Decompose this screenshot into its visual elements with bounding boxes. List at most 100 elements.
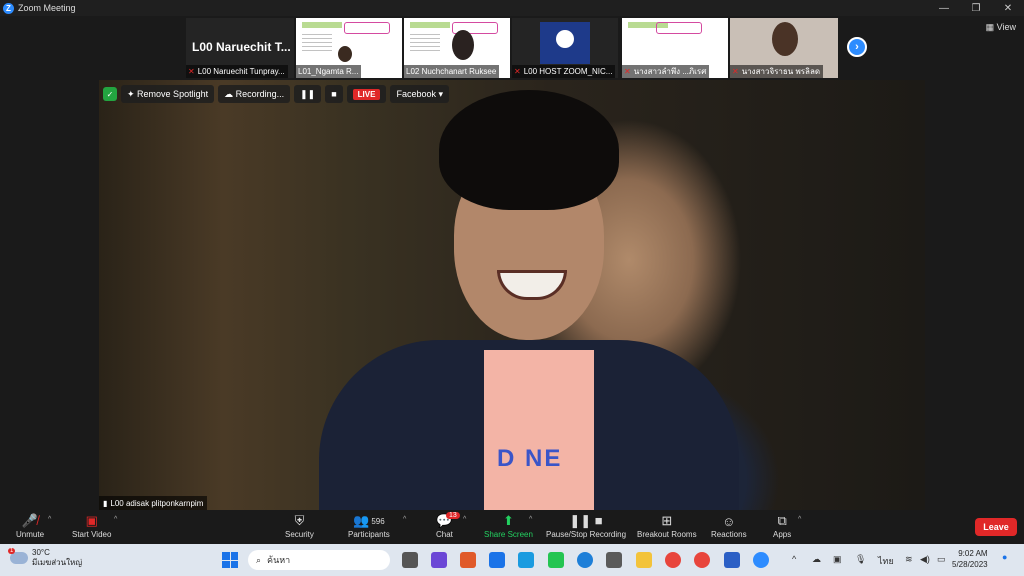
participants-icon: 👥 596 <box>353 513 385 528</box>
speaker-shirt <box>484 350 594 510</box>
participants-options-caret[interactable]: ^ <box>403 516 406 523</box>
remove-spotlight-button[interactable]: ✦ Remove Spotlight <box>121 85 215 103</box>
weather-temp: 30°C <box>32 548 50 557</box>
speaker-name-label: ▮ L00 adisak plitponkarnpim <box>99 496 208 510</box>
reactions-icon: ☺ <box>722 513 736 529</box>
video-off-icon: ▣ <box>85 513 98 528</box>
breakout-rooms-icon: ⊞ <box>661 513 673 528</box>
video-overlay-controls: ✓ ✦ Remove Spotlight ☁ Recording... ❚❚ ■… <box>103 85 450 103</box>
pause-recording-button[interactable]: ❚❚ <box>294 85 322 103</box>
weather-desc: มีเมฆส่วนใหญ่ <box>32 558 83 567</box>
app-icon[interactable] <box>518 552 534 568</box>
chat-badge: 13 <box>446 512 460 519</box>
chat-options-caret[interactable]: ^ <box>463 516 466 523</box>
meeting-toolbar: 🎤̸ Unmute ^ ▣ Start Video ^ ⛨ Security 👥… <box>0 510 1024 544</box>
participant-label: ✕ นางสาวลำพึง ...ภิเรศ <box>622 65 710 78</box>
participant-label: ✕ L00 Naruechit Tunpray... <box>186 65 288 78</box>
participant-label: ✕ L00 HOST ZOOM_NIC... <box>512 65 616 78</box>
participant-tile[interactable]: L02 Nuchchanart Ruksee <box>404 18 510 78</box>
participant-label: L01_Ngamta R... <box>296 65 362 78</box>
title-bar: Z Zoom Meeting — ❐ ✕ <box>0 0 1024 16</box>
apps-options-caret[interactable]: ^ <box>798 516 801 523</box>
reactions-button[interactable]: ☺ Reactions <box>711 512 747 540</box>
mic-muted-icon: 🎤̸ <box>21 513 39 528</box>
facebook-live-dropdown[interactable]: Facebook ▾ <box>390 85 450 103</box>
language-indicator[interactable]: ไทย <box>878 554 894 568</box>
mic-muted-icon: ✕ <box>624 67 631 76</box>
onedrive-icon[interactable]: ☁ <box>812 554 821 565</box>
chrome-icon[interactable] <box>694 552 710 568</box>
line-icon[interactable] <box>548 552 564 568</box>
participant-tile[interactable]: ✕ L00 HOST ZOOM_NIC... <box>512 18 618 78</box>
security-button[interactable]: ⛨ Security <box>285 512 314 539</box>
security-shield-icon: ✓ <box>103 87 117 101</box>
start-video-button[interactable]: ▣ Start Video <box>72 512 111 539</box>
leave-button[interactable]: Leave <box>975 518 1017 536</box>
participant-tile[interactable]: ✕ นางสาวลำพึง ...ภิเรศ <box>622 18 728 78</box>
stop-recording-button[interactable]: ■ <box>325 85 343 103</box>
apps-button[interactable]: ⧉ Apps <box>773 512 791 539</box>
next-page-icon[interactable]: › <box>847 37 867 57</box>
close-button[interactable]: ✕ <box>992 0 1024 16</box>
volume-icon[interactable]: ◀) <box>920 554 930 565</box>
speaker-video: D NE <box>99 80 925 510</box>
recording-status[interactable]: ☁ Recording... <box>218 85 291 103</box>
share-screen-icon: ⬆ <box>503 513 514 528</box>
restore-button[interactable]: ❐ <box>960 0 992 16</box>
tray-overflow-icon[interactable]: ^ <box>792 554 796 564</box>
notification-icon[interactable]: ● <box>1002 552 1007 562</box>
participant-label: L02 Nuchchanart Ruksee <box>404 65 500 78</box>
participant-label: ✕ นางสาวจิราธน พรลิลด <box>730 65 824 78</box>
window-title: Zoom Meeting <box>18 3 76 13</box>
signal-icon: ▮ <box>103 498 108 508</box>
share-screen-button[interactable]: ⬆ Share Screen <box>484 512 533 539</box>
chrome-icon[interactable] <box>665 552 681 568</box>
shirt-print: D NE <box>497 445 563 472</box>
live-status: LIVE <box>346 85 387 103</box>
breakout-rooms-button[interactable]: ⊞ Breakout Rooms <box>637 512 697 539</box>
pause-stop-icon: ❚❚ ■ <box>569 513 603 528</box>
zoom-icon[interactable] <box>753 552 769 568</box>
speaker-hair <box>439 90 619 210</box>
zoom-logo-icon: Z <box>3 2 14 14</box>
participant-strip: L00 Naruechit T... ✕ L00 Naruechit Tunpra… <box>0 16 1024 80</box>
start-button[interactable] <box>222 552 238 568</box>
cloud-icon: 1 <box>8 548 28 564</box>
mic-muted-icon: ✕ <box>514 67 521 76</box>
participant-name-large: L00 Naruechit T... <box>192 40 291 54</box>
app-icon[interactable] <box>460 552 476 568</box>
minimize-button[interactable]: — <box>928 0 960 16</box>
university-logo <box>540 22 590 64</box>
apps-icon: ⧉ <box>777 513 787 528</box>
store-icon[interactable] <box>606 552 622 568</box>
search-icon: ⌕ <box>256 554 262 565</box>
mail-icon[interactable] <box>489 552 505 568</box>
word-icon[interactable] <box>724 552 740 568</box>
unmute-button[interactable]: 🎤̸ Unmute <box>16 512 44 539</box>
file-explorer-icon[interactable] <box>636 552 652 568</box>
share-options-caret[interactable]: ^ <box>529 516 532 523</box>
view-button[interactable]: ▦ View <box>986 22 1016 33</box>
participant-tile[interactable]: L00 Naruechit T... ✕ L00 Naruechit Tunpra… <box>186 18 294 78</box>
microphone-icon[interactable]: 🎙 <box>855 554 866 565</box>
tray-app-icon[interactable]: ▣ <box>833 554 842 565</box>
clock[interactable]: 9:02 AM 5/28/2023 <box>952 548 988 570</box>
wifi-icon[interactable]: ≋ <box>905 554 913 565</box>
mic-muted-icon: ✕ <box>188 67 195 76</box>
chat-button[interactable]: 💬 Chat 13 <box>436 512 460 539</box>
teams-icon[interactable] <box>431 552 447 568</box>
audio-options-caret[interactable]: ^ <box>48 516 51 523</box>
battery-icon[interactable]: ▭ <box>937 554 946 565</box>
participants-button[interactable]: 👥 596 Participants <box>348 512 390 539</box>
task-view-icon[interactable] <box>402 552 418 568</box>
edge-icon[interactable] <box>577 552 593 568</box>
windows-taskbar: 1 30°C มีเมฆส่วนใหญ่ ⌕ ค้นหา ^ ☁ ▣ 🎙 ไทย… <box>0 544 1024 576</box>
participant-tile[interactable]: ✕ นางสาวจิราธน พรลิลด <box>730 18 838 78</box>
participant-tile[interactable]: L01_Ngamta R... <box>296 18 402 78</box>
weather-widget[interactable]: 1 30°C มีเมฆส่วนใหญ่ <box>8 548 83 568</box>
pause-stop-recording-button[interactable]: ❚❚ ■ Pause/Stop Recording <box>546 512 626 539</box>
mic-muted-icon: ✕ <box>732 67 739 76</box>
shield-icon: ⛨ <box>294 513 305 528</box>
taskbar-search[interactable]: ⌕ ค้นหา <box>248 550 390 570</box>
video-options-caret[interactable]: ^ <box>114 516 117 523</box>
